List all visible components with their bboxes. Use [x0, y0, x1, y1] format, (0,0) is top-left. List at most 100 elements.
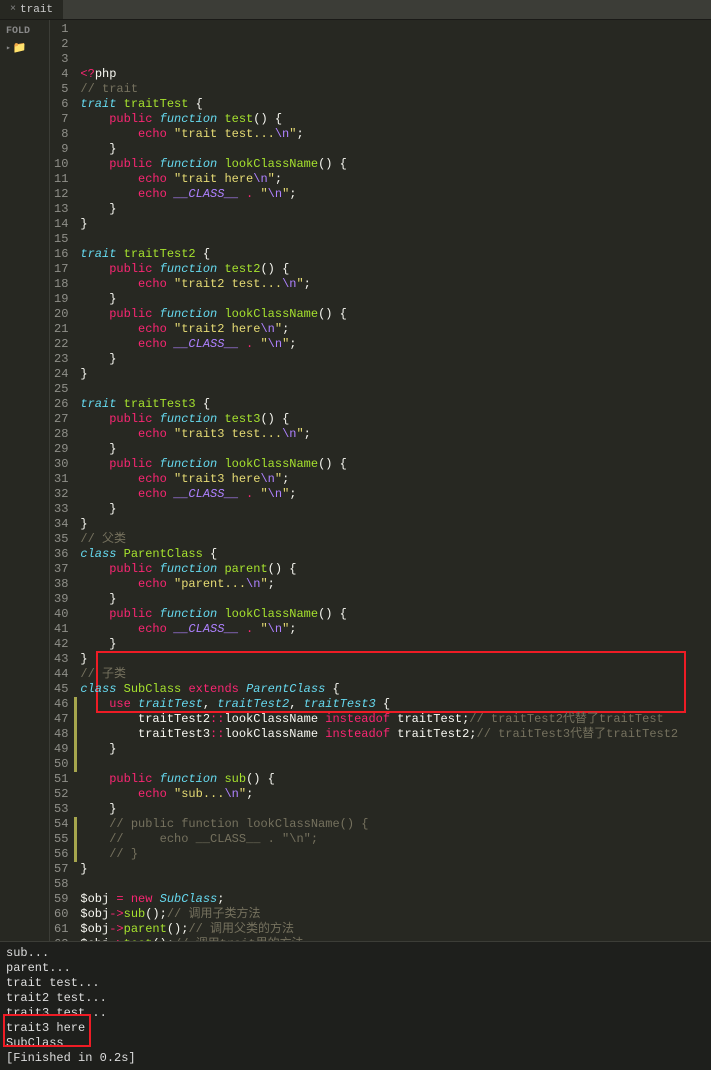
- code-line[interactable]: echo "trait2 test...\n";: [76, 277, 711, 292]
- code-line[interactable]: }: [76, 352, 711, 367]
- build-output[interactable]: sub...parent...trait test...trait2 test.…: [0, 941, 711, 1070]
- code-line[interactable]: // public function lookClassName() {: [76, 817, 711, 832]
- code-line[interactable]: public function lookClassName() {: [76, 607, 711, 622]
- code-line[interactable]: echo "sub...\n";: [76, 787, 711, 802]
- code-line[interactable]: echo __CLASS__ . "\n";: [76, 622, 711, 637]
- code-line[interactable]: trait traitTest {: [76, 97, 711, 112]
- code-line[interactable]: // 父类: [76, 532, 711, 547]
- line-number: 31: [54, 472, 68, 487]
- line-number: 45: [54, 682, 68, 697]
- line-number: 61: [54, 922, 68, 937]
- line-number: 51: [54, 772, 68, 787]
- code-line[interactable]: [76, 232, 711, 247]
- code-line[interactable]: echo "trait test...\n";: [76, 127, 711, 142]
- code-line[interactable]: // }: [76, 847, 711, 862]
- line-number: 58: [54, 877, 68, 892]
- line-number: 19: [54, 292, 68, 307]
- line-number: 20: [54, 307, 68, 322]
- code-line[interactable]: [76, 757, 711, 772]
- code-line[interactable]: public function lookClassName() {: [76, 307, 711, 322]
- line-number: 21: [54, 322, 68, 337]
- code-line[interactable]: public function lookClassName() {: [76, 457, 711, 472]
- output-line: trait3 test...: [6, 1006, 705, 1021]
- code-line[interactable]: }: [76, 637, 711, 652]
- main-area: FOLD ▸ 📁 1234567891011121314151617181920…: [0, 20, 711, 941]
- code-line[interactable]: }: [76, 292, 711, 307]
- output-line: sub...: [6, 946, 705, 961]
- code-line[interactable]: }: [76, 202, 711, 217]
- code-line[interactable]: [76, 877, 711, 892]
- line-number: 57: [54, 862, 68, 877]
- code-line[interactable]: echo __CLASS__ . "\n";: [76, 187, 711, 202]
- line-number: 54: [54, 817, 68, 832]
- code-line[interactable]: echo "parent...\n";: [76, 577, 711, 592]
- code-line[interactable]: echo __CLASS__ . "\n";: [76, 337, 711, 352]
- code-line[interactable]: }: [76, 142, 711, 157]
- line-number: 49: [54, 742, 68, 757]
- code-line[interactable]: use traitTest, traitTest2, traitTest3 {: [76, 697, 711, 712]
- code-line[interactable]: }: [76, 217, 711, 232]
- code-line[interactable]: }: [76, 517, 711, 532]
- code-line[interactable]: class SubClass extends ParentClass {: [76, 682, 711, 697]
- code-line[interactable]: }: [76, 502, 711, 517]
- line-number: 5: [54, 82, 68, 97]
- code-line[interactable]: }: [76, 742, 711, 757]
- line-number: 56: [54, 847, 68, 862]
- line-number: 11: [54, 172, 68, 187]
- code-line[interactable]: $obj->sub();// 调用子类方法: [76, 907, 711, 922]
- line-number: 50: [54, 757, 68, 772]
- code-line[interactable]: class ParentClass {: [76, 547, 711, 562]
- line-number: 37: [54, 562, 68, 577]
- code-line[interactable]: public function lookClassName() {: [76, 157, 711, 172]
- sidebar-folder-row[interactable]: ▸ 📁: [4, 39, 45, 57]
- line-number: 15: [54, 232, 68, 247]
- code-line[interactable]: trait traitTest3 {: [76, 397, 711, 412]
- code-content[interactable]: <?php// traittrait traitTest { public fu…: [76, 20, 711, 941]
- code-line[interactable]: echo "trait here\n";: [76, 172, 711, 187]
- line-number: 29: [54, 442, 68, 457]
- line-number: 42: [54, 637, 68, 652]
- code-line[interactable]: traitTest3::lookClassName insteadof trai…: [76, 727, 711, 742]
- code-line[interactable]: echo __CLASS__ . "\n";: [76, 487, 711, 502]
- code-line[interactable]: }: [76, 592, 711, 607]
- code-line[interactable]: }: [76, 652, 711, 667]
- code-line[interactable]: }: [76, 442, 711, 457]
- code-line[interactable]: // echo __CLASS__ . "\n";: [76, 832, 711, 847]
- code-editor[interactable]: 1234567891011121314151617181920212223242…: [50, 20, 711, 941]
- code-line[interactable]: // trait: [76, 82, 711, 97]
- code-line[interactable]: trait traitTest2 {: [76, 247, 711, 262]
- folder-icon: 📁: [13, 41, 27, 55]
- output-line: trait test...: [6, 976, 705, 991]
- line-number: 44: [54, 667, 68, 682]
- line-number: 39: [54, 592, 68, 607]
- tab-label: trait: [20, 4, 53, 16]
- code-line[interactable]: public function test() {: [76, 112, 711, 127]
- code-line[interactable]: $obj->parent();// 调用父类的方法: [76, 922, 711, 937]
- line-number: 17: [54, 262, 68, 277]
- code-line[interactable]: <?php: [76, 67, 711, 82]
- close-icon[interactable]: ×: [10, 4, 16, 15]
- code-line[interactable]: public function test2() {: [76, 262, 711, 277]
- code-line[interactable]: // 子类: [76, 667, 711, 682]
- code-line[interactable]: [76, 382, 711, 397]
- code-line[interactable]: }: [76, 862, 711, 877]
- code-line[interactable]: public function test3() {: [76, 412, 711, 427]
- line-number: 6: [54, 97, 68, 112]
- line-number: 52: [54, 787, 68, 802]
- code-line[interactable]: echo "trait3 test...\n";: [76, 427, 711, 442]
- line-number: 1: [54, 22, 68, 37]
- code-line[interactable]: public function parent() {: [76, 562, 711, 577]
- code-line[interactable]: $obj = new SubClass;: [76, 892, 711, 907]
- chevron-right-icon: ▸: [6, 43, 11, 53]
- code-line[interactable]: traitTest2::lookClassName insteadof trai…: [76, 712, 711, 727]
- code-line[interactable]: echo "trait3 here\n";: [76, 472, 711, 487]
- code-line[interactable]: public function sub() {: [76, 772, 711, 787]
- file-tab[interactable]: × trait: [0, 0, 63, 19]
- code-line[interactable]: echo "trait2 here\n";: [76, 322, 711, 337]
- line-number: 22: [54, 337, 68, 352]
- code-line[interactable]: }: [76, 367, 711, 382]
- code-line[interactable]: }: [76, 802, 711, 817]
- line-number: 25: [54, 382, 68, 397]
- line-number: 47: [54, 712, 68, 727]
- line-number: 18: [54, 277, 68, 292]
